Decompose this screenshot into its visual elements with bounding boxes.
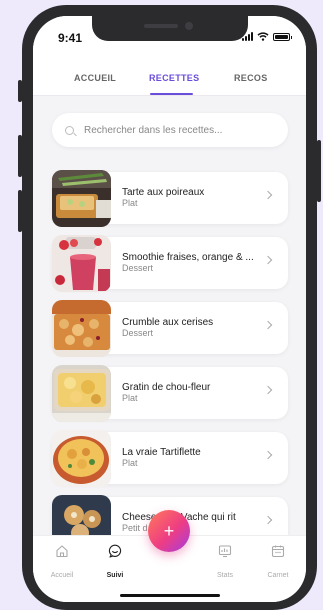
- mute-switch: [18, 80, 22, 102]
- recipe-thumbnail: [52, 235, 111, 292]
- chevron-right-icon: [263, 255, 273, 265]
- volume-down-button: [18, 190, 22, 232]
- recipe-card[interactable]: Crumble aux cerises Dessert: [52, 300, 288, 357]
- recipe-thumbnail: [52, 170, 111, 227]
- status-icons: [242, 32, 292, 41]
- recipe-title: La vraie Tartiflette: [122, 447, 201, 458]
- recipe-category: Plat: [122, 393, 138, 403]
- recipe-category: Plat: [122, 458, 138, 468]
- nav-label: Suivi: [106, 572, 124, 579]
- top-tabs: ACCUEIL RECETTES RECOS: [33, 48, 306, 96]
- tab-recos[interactable]: RECOS: [234, 73, 268, 83]
- stats-icon: [218, 545, 232, 558]
- recipe-card[interactable]: Smoothie fraises, orange & ... Dessert: [52, 235, 288, 292]
- tab-recettes[interactable]: RECETTES: [149, 73, 199, 83]
- recipe-title: Tarte aux poireaux: [122, 187, 205, 198]
- nav-carnet[interactable]: Carnet: [258, 544, 298, 582]
- recipe-category: Dessert: [122, 263, 154, 273]
- recipe-thumbnail: [52, 430, 111, 487]
- status-time: 9:41: [58, 31, 83, 45]
- battery-icon: [273, 32, 292, 41]
- speaker: [144, 24, 178, 28]
- search-input[interactable]: [84, 124, 264, 136]
- add-button[interactable]: +: [148, 510, 190, 552]
- recipe-card[interactable]: La vraie Tartiflette Plat: [52, 430, 288, 487]
- recipe-thumbnail: [52, 300, 111, 357]
- tab-accueil[interactable]: ACCUEIL: [74, 73, 116, 83]
- phone-frame: 9:41 ACCUEIL RECETTES RECOS Rechercher d…: [18, 5, 321, 610]
- home-indicator: [120, 594, 220, 597]
- notch: [92, 16, 248, 41]
- nav-stats[interactable]: Stats: [205, 544, 245, 582]
- recipe-category: Dessert: [122, 328, 154, 338]
- recipe-thumbnail: [52, 365, 111, 422]
- chevron-right-icon: [263, 515, 273, 525]
- chevron-right-icon: [263, 450, 273, 460]
- search-icon: [65, 125, 74, 135]
- chevron-right-icon: [263, 320, 273, 330]
- recipe-title: Cheese ... la Vache qui rit: [122, 512, 236, 523]
- camera: [185, 22, 193, 30]
- volume-up-button: [18, 135, 22, 177]
- nav-accueil[interactable]: Accueil: [42, 544, 82, 582]
- recipe-title: Smoothie fraises, orange & ...: [122, 252, 254, 263]
- chevron-right-icon: [263, 385, 273, 395]
- wifi-icon: [257, 32, 269, 41]
- power-button: [317, 140, 321, 202]
- chevron-right-icon: [263, 190, 273, 200]
- nav-label: Stats: [217, 572, 233, 579]
- recipe-category: Plat: [122, 198, 138, 208]
- recipe-title: Gratin de chou-fleur: [122, 382, 211, 393]
- recipe-title: Crumble aux cerises: [122, 317, 214, 328]
- screen: 9:41 ACCUEIL RECETTES RECOS Rechercher d…: [33, 16, 306, 602]
- nav-label: Carnet: [267, 572, 289, 579]
- calendar-icon: [271, 545, 285, 558]
- chat-icon: [108, 544, 122, 558]
- active-tab-indicator: [150, 93, 193, 95]
- nav-suivi[interactable]: Suivi: [95, 544, 135, 582]
- search-bar[interactable]: [52, 113, 288, 147]
- home-icon: [56, 545, 68, 558]
- recipe-card[interactable]: Tarte aux poireaux Plat: [52, 170, 288, 227]
- recipe-card[interactable]: Gratin de chou-fleur Plat: [52, 365, 288, 422]
- nav-label: Accueil: [50, 572, 74, 579]
